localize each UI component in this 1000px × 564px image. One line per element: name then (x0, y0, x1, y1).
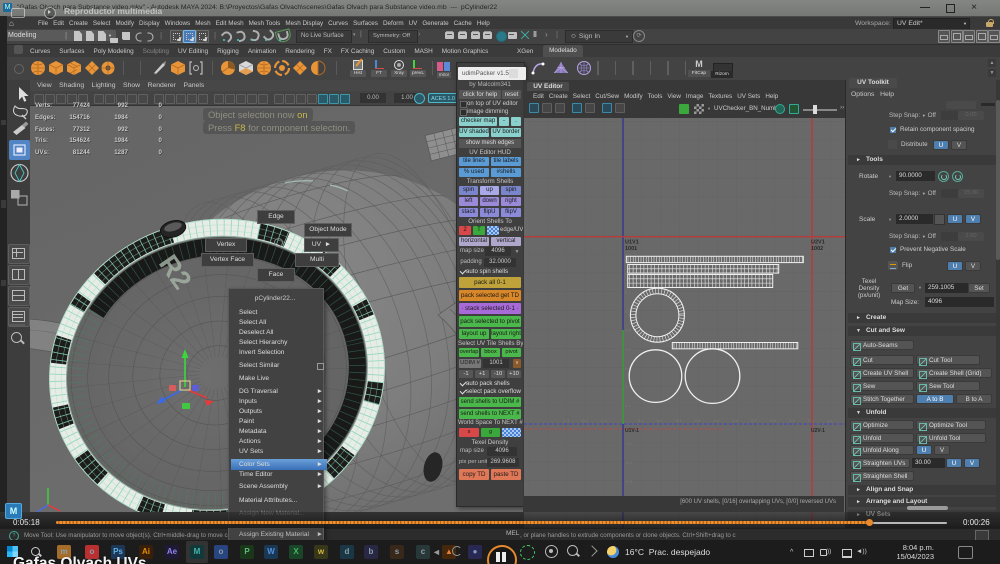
svg-text:1002: 1002 (811, 246, 823, 252)
svg-text:0.7: 0.7 (625, 290, 631, 295)
svg-text:-0.1: -0.1 (600, 418, 608, 423)
svg-text:0.1: 0.1 (625, 403, 631, 408)
svg-text:0.9: 0.9 (789, 418, 795, 423)
svg-text:-0.1: -0.1 (625, 441, 633, 446)
svg-text:0.5: 0.5 (625, 328, 631, 333)
svg-text:-0.2: -0.2 (581, 418, 589, 423)
svg-text:U2V1: U2V1 (811, 240, 825, 246)
svg-text:0.1: 0.1 (638, 418, 644, 423)
svg-text:-0.3: -0.3 (562, 418, 570, 423)
svg-text:0.5: 0.5 (714, 418, 720, 423)
svg-text:-0.2: -0.2 (625, 460, 633, 465)
svg-text:0.7: 0.7 (751, 418, 757, 423)
svg-text:U1V1: U1V1 (625, 240, 639, 246)
svg-text:1.1: 1.1 (827, 418, 833, 423)
svg-text:1.0: 1.0 (808, 418, 814, 423)
svg-text:U1V-1: U1V-1 (625, 428, 639, 434)
svg-text:0.4: 0.4 (695, 418, 701, 423)
svg-text:1001: 1001 (625, 246, 637, 252)
svg-text:0.3: 0.3 (676, 418, 682, 423)
svg-text:0.6: 0.6 (732, 418, 738, 423)
svg-text:U2V-1: U2V-1 (811, 428, 825, 434)
svg-text:-0.3: -0.3 (625, 479, 633, 484)
svg-text:0.8: 0.8 (770, 418, 776, 423)
svg-text:0.4: 0.4 (625, 346, 631, 351)
svg-text:0.2: 0.2 (657, 418, 663, 423)
